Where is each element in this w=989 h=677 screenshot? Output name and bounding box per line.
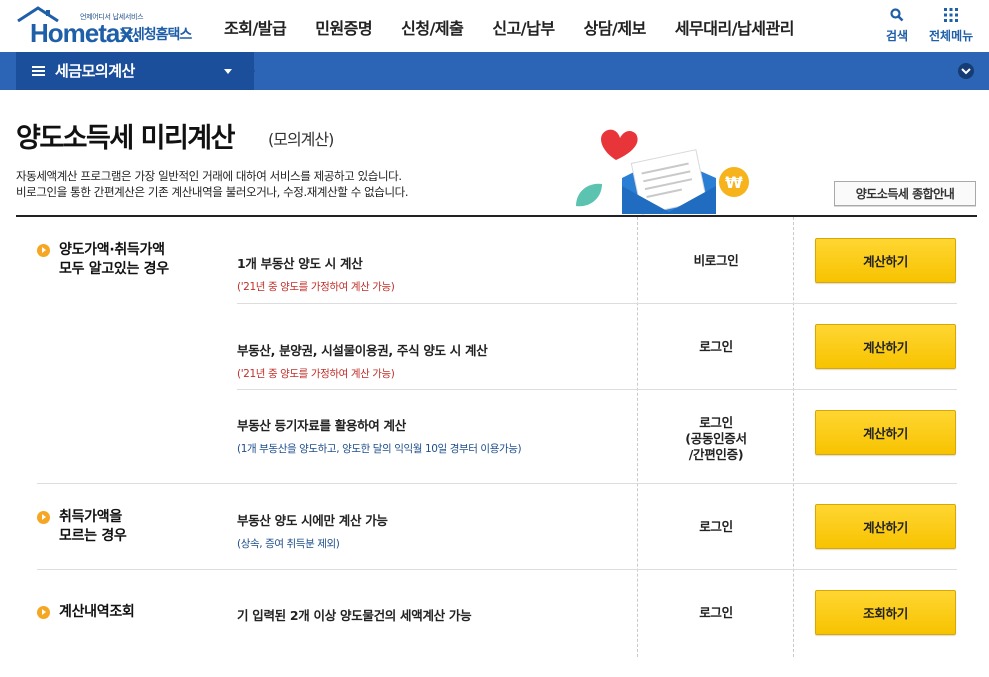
cgt-guide-button[interactable]: 양도소득세 종합안내: [834, 181, 976, 206]
table-row: 부동산 양도 시에만 계산 가능 (상속, 증여 취득분 제외): [237, 510, 388, 551]
row-auth: 로그인: [660, 339, 772, 355]
logo-nts: 국세청홈택스: [120, 27, 192, 43]
expand-toggle-button[interactable]: [958, 63, 974, 79]
row-description: 부동산, 분양권, 시설물이용권, 주식 양도 시 계산: [237, 343, 488, 358]
calculate-button[interactable]: 계산하기: [815, 410, 956, 455]
arrow-bullet-icon: [37, 244, 50, 257]
row-divider: [237, 389, 957, 390]
hometax-logo[interactable]: 언제어디서 납세서비스 Hometax. 국세청홈택스: [14, 4, 204, 48]
calculate-button[interactable]: 계산하기: [815, 324, 956, 369]
table-row: 1개 부동산 양도 시 계산 ('21년 중 양도를 가정하여 계산 가능): [237, 253, 395, 294]
table-row: 부동산, 분양권, 시설물이용권, 주식 양도 시 계산 ('21년 중 양도를…: [237, 340, 488, 381]
inquiry-button[interactable]: 조회하기: [815, 590, 956, 635]
row-note: ('21년 중 양도를 가정하여 계산 가능): [237, 281, 395, 293]
calculate-button[interactable]: 계산하기: [815, 238, 956, 283]
heart-icon: [601, 129, 638, 160]
search-button[interactable]: 검색: [886, 6, 908, 44]
hamburger-icon: [32, 64, 45, 78]
auth-label: 비로그인: [693, 253, 739, 268]
category-label-line1: 양도가액·취득가액: [59, 242, 165, 258]
table-row: 부동산 등기자료를 활용하여 계산 (1개 부동산을 양도하고, 양도한 달의 …: [237, 415, 522, 456]
category-label-line2: 모르는 경우: [59, 528, 127, 544]
category-label-line2: 모두 알고있는 경우: [59, 261, 169, 277]
page-subtitle: (모의계산): [268, 130, 334, 149]
row-description: 부동산 등기자료를 활용하여 계산: [237, 418, 406, 433]
arrow-bullet-icon: [37, 606, 50, 619]
sub-nav-title-label: 세금모의계산: [55, 62, 135, 80]
column-divider: [793, 217, 794, 657]
nav-report-pay[interactable]: 신고/납부: [492, 15, 555, 39]
row-description: 부동산 양도 시에만 계산 가능: [237, 513, 388, 528]
svg-text:₩: ₩: [725, 173, 743, 192]
nav-apply[interactable]: 신청/제출: [401, 15, 464, 39]
row-note: (1개 부동산을 양도하고, 양도한 달의 익익월 10일 경부터 이용가능): [237, 443, 522, 455]
category-label-line1: 취득가액을: [59, 509, 122, 525]
title-divider: [16, 215, 977, 217]
grid-menu-icon: [944, 8, 959, 22]
intro-line-2: 비로그인을 통한 간편계산은 기존 계산내역을 불러오거나, 수정.재계산할 수…: [16, 185, 409, 199]
row-description: 기 입력된 2개 이상 양도물건의 세액계산 가능: [237, 608, 472, 623]
auth-method-line2: /간편인증): [688, 447, 744, 462]
group-divider: [37, 483, 957, 484]
category-unknown-acquisition: 취득가액을 모르는 경우: [37, 508, 127, 546]
sub-nav-title[interactable]: 세금모의계산: [32, 60, 135, 81]
nav-certificate[interactable]: 민원증명: [315, 15, 372, 39]
nav-consult[interactable]: 상담/제보: [584, 15, 647, 39]
auth-method-line1: (공동인증서: [685, 431, 747, 446]
intro-line-1: 자동세액계산 프로그램은 가장 일반적인 거래에 대하여 서비스를 제공하고 있…: [16, 169, 402, 183]
group-divider: [37, 569, 957, 570]
won-coin-icon: ₩: [719, 167, 749, 197]
sub-nav-arrow: [244, 52, 255, 90]
envelope-icon: [622, 149, 716, 215]
chevron-down-icon: [961, 67, 971, 74]
all-menu-label: 전체메뉴: [929, 29, 974, 43]
auth-label: 로그인: [699, 339, 733, 354]
main-nav: 조회/발급 민원증명 신청/제출 신고/납부 상담/제보 세무대리/납세관리: [224, 15, 823, 39]
table-row: 기 입력된 2개 이상 양도물건의 세액계산 가능: [237, 605, 472, 624]
auth-label: 로그인: [699, 605, 733, 620]
caret-down-icon: [224, 69, 232, 74]
category-label-line1: 계산내역조회: [59, 604, 135, 620]
category-known-prices: 양도가액·취득가액 모두 알고있는 경우: [37, 241, 169, 279]
row-note: ('21년 중 양도를 가정하여 계산 가능): [237, 368, 395, 380]
page-title: 양도소득세 미리계산: [16, 123, 235, 154]
auth-label: 로그인: [699, 519, 733, 534]
row-note: (상속, 증여 취득분 제외): [237, 538, 340, 550]
row-description: 1개 부동산 양도 시 계산: [237, 256, 363, 271]
auth-label: 로그인: [699, 415, 733, 430]
row-auth: 로그인 (공동인증서 /간편인증): [660, 415, 772, 463]
nav-agent[interactable]: 세무대리/납세관리: [675, 15, 795, 39]
row-auth: 로그인: [660, 519, 772, 535]
nav-inquiry[interactable]: 조회/발급: [224, 15, 287, 39]
calculate-button[interactable]: 계산하기: [815, 504, 956, 549]
intro-text: 자동세액계산 프로그램은 가장 일반적인 거래에 대하여 서비스를 제공하고 있…: [16, 168, 409, 200]
column-divider: [637, 217, 638, 657]
category-history-inquiry: 계산내역조회: [37, 603, 135, 622]
row-divider: [237, 303, 957, 304]
tax-illustration: ₩: [576, 129, 749, 215]
row-auth: 비로그인: [660, 253, 772, 269]
row-auth: 로그인: [660, 605, 772, 621]
all-menu-button[interactable]: 전체메뉴: [929, 6, 973, 44]
search-label: 검색: [886, 29, 909, 43]
top-header: 언제어디서 납세서비스 Hometax. 국세청홈택스 조회/발급 민원증명 신…: [0, 0, 989, 52]
leaf-icon: [576, 183, 602, 207]
arrow-bullet-icon: [37, 511, 50, 524]
search-icon: [890, 8, 904, 22]
